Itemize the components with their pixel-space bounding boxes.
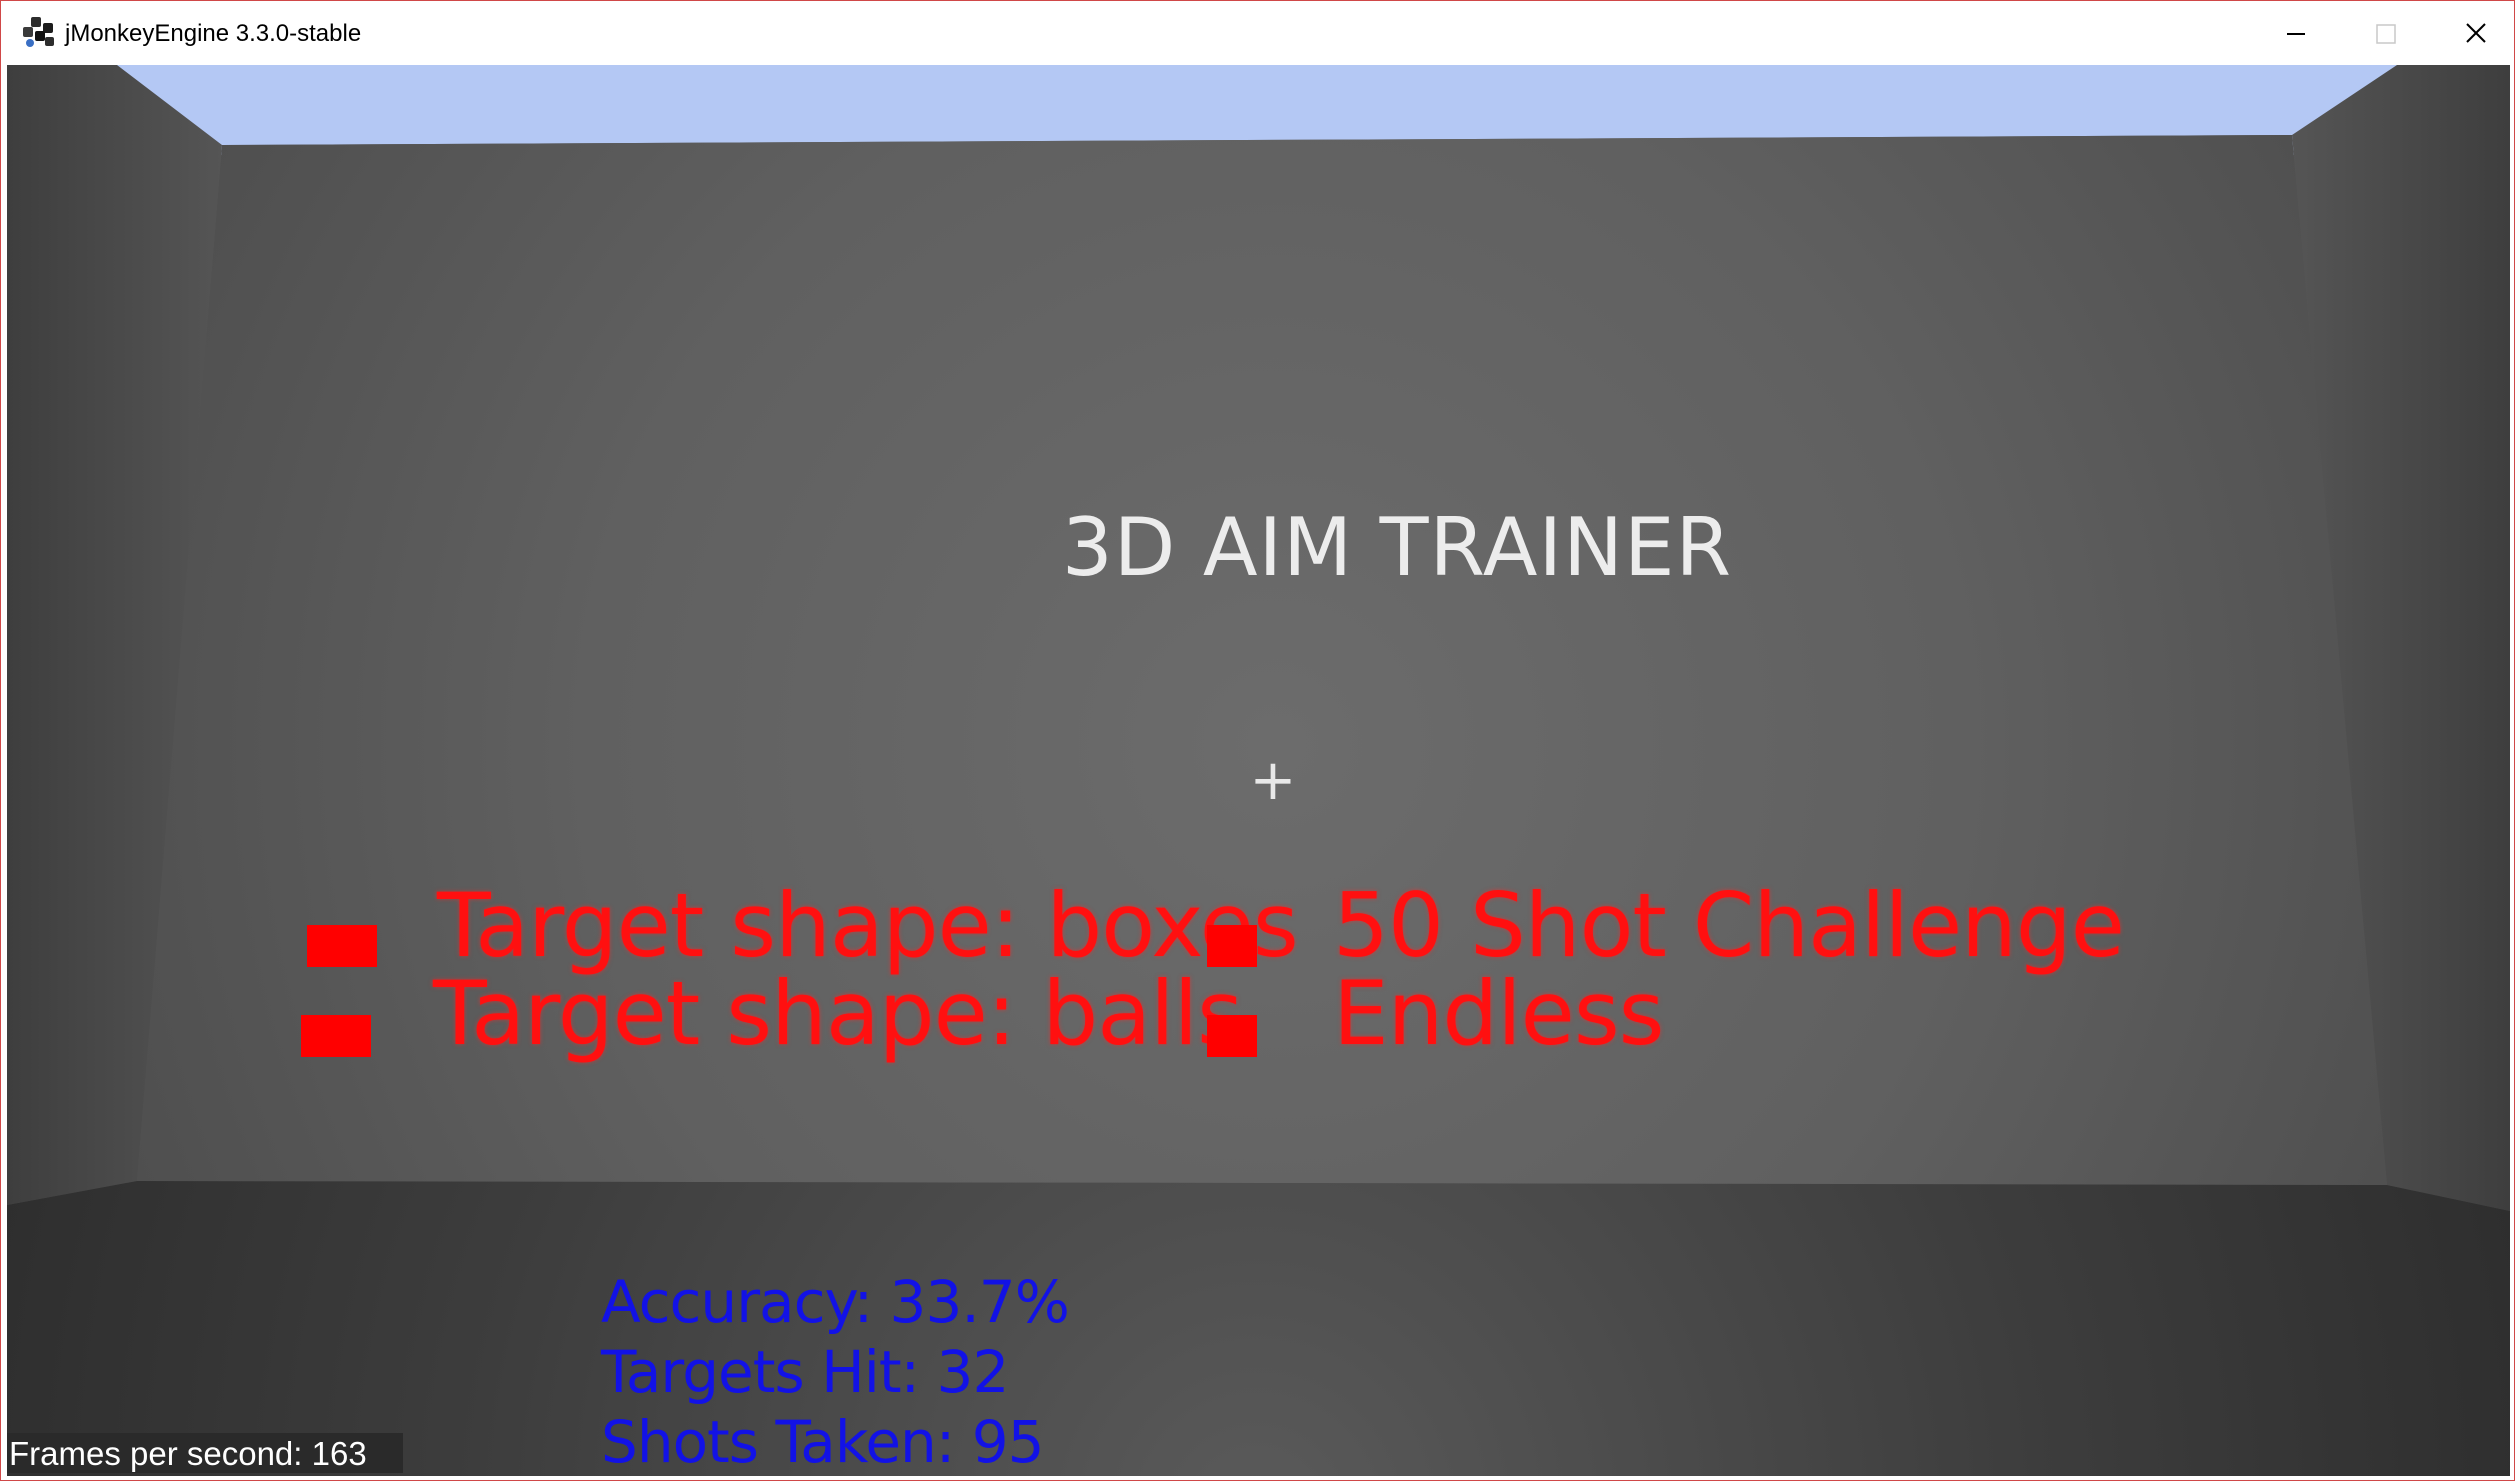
- game-viewport[interactable]: 3D AIM TRAINER + Target shape: boxes 50 …: [7, 65, 2510, 1476]
- maximize-button[interactable]: [2341, 1, 2431, 65]
- fps-counter: Frames per second: 163: [7, 1433, 403, 1473]
- menu-label[interactable]: Target shape: boxes: [437, 881, 1299, 971]
- fifty-shot-challenge-button[interactable]: 50 Shot Challenge: [1207, 881, 2125, 971]
- title-bar[interactable]: jMonkeyEngine 3.3.0-stable: [1, 1, 2514, 65]
- shots-taken-stat: Shots Taken: 95: [601, 1408, 1045, 1476]
- jmonkeyengine-logo-icon: [23, 17, 54, 47]
- option-square-icon[interactable]: [1207, 1015, 1257, 1057]
- game-title: 3D AIM TRAINER: [1061, 501, 1733, 594]
- close-icon: [2466, 23, 2486, 43]
- stats-panel: Accuracy: 33.7% Targets Hit: 32 Shots Ta…: [601, 1267, 1070, 1476]
- accuracy-stat: Accuracy: 33.7%: [601, 1268, 1070, 1336]
- menu-label[interactable]: Target shape: balls: [433, 969, 1243, 1059]
- endless-mode-button[interactable]: Endless: [1207, 969, 2037, 1059]
- option-square-icon[interactable]: [1207, 925, 1257, 967]
- target-shape-balls-button[interactable]: Target shape: balls: [301, 969, 1243, 1059]
- menu-label[interactable]: 50 Shot Challenge: [1333, 881, 2125, 971]
- targets-hit-stat: Targets Hit: 32: [601, 1338, 1009, 1406]
- menu-label[interactable]: Endless: [1333, 969, 1665, 1059]
- minimize-button[interactable]: [2251, 1, 2341, 65]
- option-square-icon[interactable]: [301, 1015, 371, 1057]
- app-window: jMonkeyEngine 3.3.0-stable 3D AIM TRAINE…: [0, 0, 2515, 1481]
- minimize-icon: [2287, 33, 2305, 35]
- option-square-icon[interactable]: [307, 925, 377, 967]
- target-shape-boxes-button[interactable]: Target shape: boxes: [307, 881, 1299, 971]
- close-button[interactable]: [2431, 1, 2514, 65]
- window-title: jMonkeyEngine 3.3.0-stable: [65, 20, 362, 47]
- crosshair: +: [1249, 748, 1297, 813]
- maximize-icon: [2376, 24, 2396, 44]
